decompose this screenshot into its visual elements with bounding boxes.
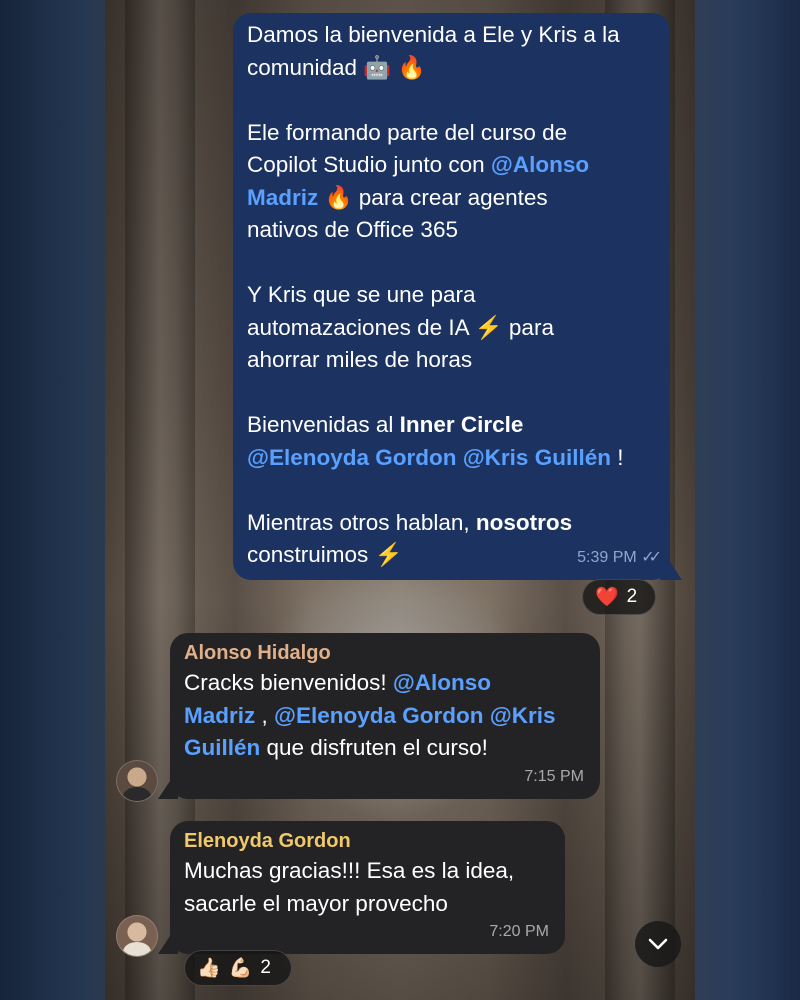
text-line: para crear agentes: [352, 184, 548, 210]
mention-alonso[interactable]: @Alonso: [491, 152, 589, 177]
left-background-blur: [0, 0, 105, 1000]
lightning-emoji: ⚡: [474, 314, 503, 340]
mention-alonso[interactable]: Madriz: [184, 703, 255, 728]
message-text: Cracks bienvenidos! @Alonso Madriz , @El…: [184, 667, 586, 765]
message-timestamp: 7:20 PM: [489, 922, 549, 940]
mention-kris[interactable]: Guillén: [184, 735, 260, 760]
scroll-to-bottom-button[interactable]: [635, 921, 681, 967]
text-line: Damos la bienvenida a Ele y Kris a la: [247, 22, 620, 47]
text-line: Y Kris que se une para: [247, 282, 476, 307]
outgoing-message-bubble[interactable]: Damos la bienvenida a Ele y Kris a la co…: [233, 13, 670, 580]
heart-icon: ❤️: [595, 587, 619, 608]
text-line: Copilot Studio junto con: [247, 152, 491, 177]
text-line: construimos: [247, 542, 375, 567]
fire-emoji: 🔥: [324, 184, 353, 210]
text-line: ahorrar miles de horas: [247, 347, 473, 372]
sender-name[interactable]: Elenoyda Gordon: [184, 827, 551, 855]
chevron-down-icon: [648, 938, 668, 950]
reaction-thumbs-muscle[interactable]: 👍🏻 💪🏻 2: [184, 950, 292, 986]
text-line: comunidad: [247, 54, 358, 80]
text-line: Ele formando parte del curso de: [247, 119, 568, 145]
mention-alonso[interactable]: @Alonso: [393, 670, 491, 695]
mention-elenoyda[interactable]: @Elenoyda Gordon: [274, 703, 483, 728]
message-text: Muchas gracias!!! Esa es la idea, sacarl…: [184, 855, 551, 920]
mention-kris[interactable]: @Kris: [490, 703, 556, 728]
text-line: que disfruten el curso!: [260, 735, 488, 760]
reaction-heart[interactable]: ❤️ 2: [582, 579, 656, 615]
text-line: Cracks bienvenidos!: [184, 670, 393, 695]
thumbs-up-icon: 👍🏻: [197, 958, 221, 979]
text-line: automazaciones de IA: [247, 314, 475, 340]
incoming-message-bubble[interactable]: Elenoyda Gordon Muchas gracias!!! Esa es…: [170, 821, 565, 954]
message-text: Damos la bienvenida a Ele y Kris a la co…: [247, 19, 656, 84]
message-timestamp: 7:15 PM: [524, 767, 584, 785]
message-timestamp: 5:39 PM ✓✓: [577, 542, 662, 575]
text-line: para: [502, 314, 554, 340]
lightning-emoji: ⚡: [374, 542, 403, 567]
robot-emoji: 🤖: [363, 54, 392, 80]
reaction-count: 2: [626, 586, 638, 607]
text-line: ,: [255, 702, 275, 728]
avatar[interactable]: [116, 760, 158, 802]
reaction-count: 2: [260, 957, 271, 978]
sender-name[interactable]: Alonso Hidalgo: [184, 639, 586, 667]
text-line: Mientras otros hablan,: [247, 509, 476, 535]
mention-alonso[interactable]: Madriz: [247, 185, 318, 210]
text-line: !: [610, 444, 624, 470]
bold-text: Inner Circle: [399, 412, 524, 437]
avatar[interactable]: [116, 915, 158, 957]
incoming-message-bubble[interactable]: Alonso Hidalgo Cracks bienvenidos! @Alon…: [170, 633, 600, 799]
mention-kris[interactable]: @Kris Guillén: [463, 445, 611, 470]
right-background-blur: [695, 0, 800, 1000]
mention-elenoyda[interactable]: @Elenoyda Gordon: [247, 445, 456, 470]
text-line: sacarle el mayor provecho: [184, 890, 448, 916]
bold-text: nosotros: [475, 509, 573, 535]
text-line: Bienvenidas al: [247, 412, 400, 437]
timestamp-text: 5:39 PM: [577, 548, 637, 566]
fire-emoji: 🔥: [397, 54, 426, 80]
read-receipt-icon: ✓✓: [641, 548, 662, 566]
text-line: Muchas gracias!!! Esa es la idea,: [184, 858, 515, 883]
text-line: nativos de Office 365: [247, 217, 458, 242]
muscle-icon: 💪🏻: [228, 958, 253, 979]
